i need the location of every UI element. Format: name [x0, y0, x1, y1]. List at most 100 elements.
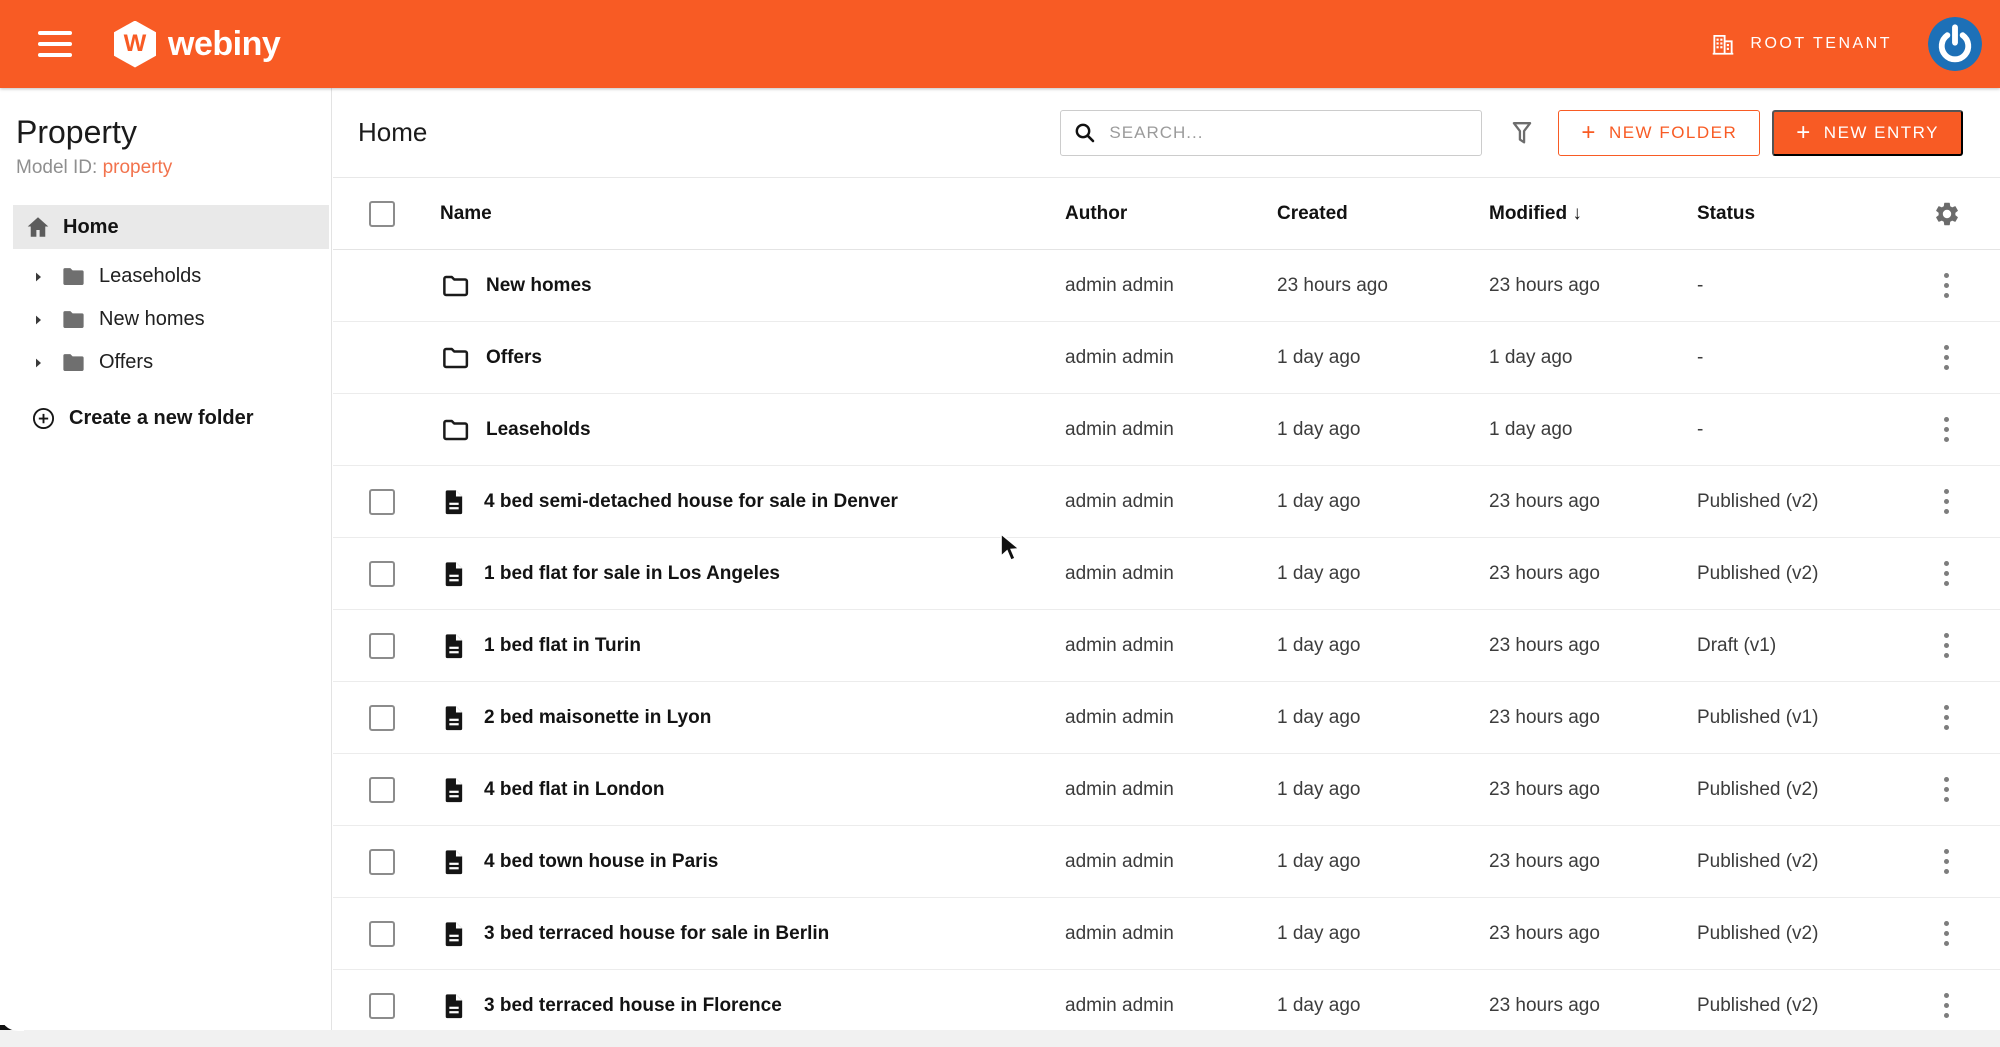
kebab-menu-icon[interactable]: [1938, 265, 1955, 307]
sidebar-folder-label: Leaseholds: [99, 265, 201, 288]
row-author: admin admin: [1065, 779, 1277, 801]
table-row[interactable]: 4 bed town house in Paris admin admin 1 …: [333, 826, 2000, 898]
table-row[interactable]: 1 bed flat for sale in Los Angeles admin…: [333, 538, 2000, 610]
row-name[interactable]: 2 bed maisonette in Lyon: [484, 707, 711, 729]
kebab-menu-icon[interactable]: [1938, 337, 1955, 379]
table-row[interactable]: New homes admin admin 23 hours ago 23 ho…: [333, 250, 2000, 322]
kebab-menu-icon[interactable]: [1938, 553, 1955, 595]
create-folder-button[interactable]: Create a new folder: [31, 406, 331, 431]
row-checkbox[interactable]: [369, 489, 395, 515]
row-created: 1 day ago: [1277, 995, 1489, 1017]
row-checkbox[interactable]: [369, 633, 395, 659]
sidebar-item-home[interactable]: Home: [13, 205, 329, 249]
row-author: admin admin: [1065, 347, 1277, 369]
table-row[interactable]: 2 bed maisonette in Lyon admin admin 1 d…: [333, 682, 2000, 754]
filter-icon[interactable]: [1508, 118, 1536, 148]
kebab-menu-icon[interactable]: [1938, 409, 1955, 451]
kebab-menu-icon[interactable]: [1938, 625, 1955, 667]
row-name[interactable]: Leaseholds: [486, 419, 591, 441]
row-created: 1 day ago: [1277, 347, 1489, 369]
row-modified: 23 hours ago: [1489, 707, 1697, 729]
row-name[interactable]: 1 bed flat in Turin: [484, 635, 641, 657]
folder-icon: [440, 415, 470, 445]
kebab-menu-icon[interactable]: [1938, 697, 1955, 739]
chevron-right-icon[interactable]: [30, 312, 46, 328]
tenant-label: ROOT TENANT: [1750, 35, 1892, 53]
new-entry-label: NEW ENTRY: [1824, 123, 1939, 143]
chevron-right-icon[interactable]: [30, 355, 46, 371]
table-row[interactable]: 4 bed flat in London admin admin 1 day a…: [333, 754, 2000, 826]
row-status: Published (v2): [1697, 491, 1893, 513]
main-panel: Home + NEW FOLDER + NEW ENTRY: [333, 88, 2000, 1047]
row-author: admin admin: [1065, 635, 1277, 657]
column-status[interactable]: Status: [1697, 203, 1893, 225]
folder-icon: [440, 271, 470, 301]
column-name[interactable]: Name: [440, 203, 1065, 225]
user-avatar[interactable]: [1928, 17, 1982, 71]
sidebar-folder[interactable]: Offers: [0, 341, 331, 384]
table-row[interactable]: 4 bed semi-detached house for sale in De…: [333, 466, 2000, 538]
search-input[interactable]: [1109, 123, 1469, 143]
row-modified: 23 hours ago: [1489, 563, 1697, 585]
row-author: admin admin: [1065, 707, 1277, 729]
model-id-value[interactable]: property: [103, 157, 173, 178]
row-author: admin admin: [1065, 419, 1277, 441]
row-modified: 23 hours ago: [1489, 923, 1697, 945]
kebab-menu-icon[interactable]: [1938, 769, 1955, 811]
main-header: Home + NEW FOLDER + NEW ENTRY: [333, 88, 2000, 178]
tenant-selector[interactable]: ROOT TENANT: [1710, 31, 1892, 57]
table-row[interactable]: Leaseholds admin admin 1 day ago 1 day a…: [333, 394, 2000, 466]
kebab-menu-icon[interactable]: [1938, 841, 1955, 883]
plus-icon: +: [1581, 121, 1597, 145]
row-checkbox[interactable]: [369, 705, 395, 731]
folder-icon: [60, 306, 87, 333]
chevron-right-icon[interactable]: [30, 269, 46, 285]
row-checkbox[interactable]: [369, 921, 395, 947]
new-entry-button[interactable]: + NEW ENTRY: [1772, 110, 1963, 156]
table-row[interactable]: 3 bed terraced house for sale in Berlin …: [333, 898, 2000, 970]
row-author: admin admin: [1065, 491, 1277, 513]
table-settings-gear-icon[interactable]: [1893, 200, 2000, 228]
sort-desc-icon: ↓: [1572, 203, 1582, 224]
row-name[interactable]: 4 bed flat in London: [484, 779, 664, 801]
row-name[interactable]: 3 bed terraced house for sale in Berlin: [484, 923, 829, 945]
row-modified: 23 hours ago: [1489, 635, 1697, 657]
sidebar-folder-label: Offers: [99, 351, 153, 374]
kebab-menu-icon[interactable]: [1938, 913, 1955, 955]
folder-icon: [60, 349, 87, 376]
row-modified: 23 hours ago: [1489, 275, 1697, 297]
row-name[interactable]: 3 bed terraced house in Florence: [484, 995, 782, 1017]
row-checkbox[interactable]: [369, 993, 395, 1019]
search-box[interactable]: [1060, 110, 1482, 156]
brand-wordmark: webiny: [168, 25, 280, 64]
document-icon: [440, 776, 468, 804]
row-name[interactable]: Offers: [486, 347, 542, 369]
row-name[interactable]: 4 bed town house in Paris: [484, 851, 718, 873]
row-name[interactable]: 4 bed semi-detached house for sale in De…: [484, 491, 898, 513]
kebab-menu-icon[interactable]: [1938, 481, 1955, 523]
sidebar-folder[interactable]: Leaseholds: [0, 255, 331, 298]
kebab-menu-icon[interactable]: [1938, 985, 1955, 1027]
table-row[interactable]: 1 bed flat in Turin admin admin 1 day ag…: [333, 610, 2000, 682]
row-author: admin admin: [1065, 563, 1277, 585]
sidebar-folder-label: New homes: [99, 308, 205, 331]
table-row[interactable]: Offers admin admin 1 day ago 1 day ago -: [333, 322, 2000, 394]
document-icon: [440, 488, 468, 516]
row-name[interactable]: 1 bed flat for sale in Los Angeles: [484, 563, 780, 585]
row-checkbox[interactable]: [369, 561, 395, 587]
select-all-checkbox[interactable]: [369, 201, 395, 227]
row-created: 1 day ago: [1277, 635, 1489, 657]
horizontal-scrollbar[interactable]: [0, 1030, 2000, 1047]
row-status: Published (v2): [1697, 563, 1893, 585]
column-author[interactable]: Author: [1065, 203, 1277, 225]
row-name[interactable]: New homes: [486, 275, 592, 297]
row-checkbox[interactable]: [369, 777, 395, 803]
document-icon: [440, 992, 468, 1020]
hamburger-menu-icon[interactable]: [38, 31, 72, 57]
column-modified[interactable]: Modified ↓: [1489, 203, 1697, 225]
column-created[interactable]: Created: [1277, 203, 1489, 225]
sidebar-home-label: Home: [63, 216, 119, 239]
sidebar-folder[interactable]: New homes: [0, 298, 331, 341]
row-checkbox[interactable]: [369, 849, 395, 875]
new-folder-button[interactable]: + NEW FOLDER: [1558, 110, 1760, 156]
